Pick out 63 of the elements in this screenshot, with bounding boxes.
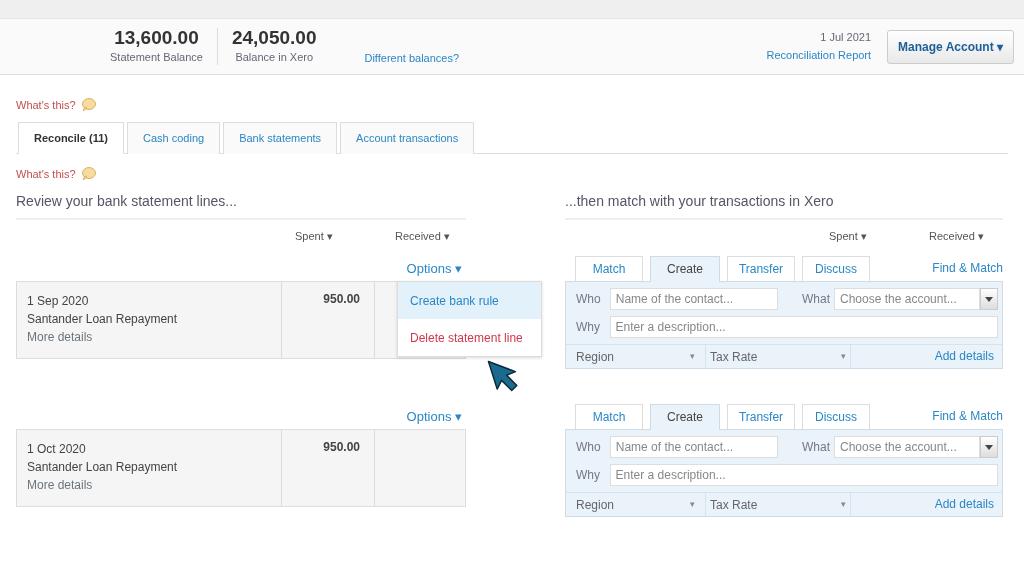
tab[interactable]: Match (575, 256, 643, 281)
help-bubble-icon[interactable] (79, 167, 96, 182)
date-text: 1 Oct 2020 (27, 441, 87, 458)
balance-amount: 13,600.00 (113, 27, 200, 49)
add-details-link[interactable]: Add details (934, 344, 994, 369)
options-link[interactable]: Options ▾ (406, 256, 462, 281)
date-text: 1 Jul 2021 (819, 30, 872, 46)
tab[interactable]: Reconcile (11) (18, 121, 124, 154)
spent-amount: 950.00 (281, 430, 374, 506)
description-field[interactable]: Enter a description... (609, 316, 998, 338)
different-balances-link[interactable]: Different balances? (364, 49, 460, 66)
field-label: Why (576, 467, 601, 484)
payee-text: Santander Loan Repayment (27, 459, 179, 476)
options-link[interactable]: Options ▾ (406, 404, 462, 429)
region-dropdown[interactable]: Region ▾ (566, 493, 706, 516)
column-header[interactable]: Received ▾ (915, 227, 1003, 244)
tab[interactable]: Create (650, 404, 720, 430)
tab[interactable]: Discuss (802, 404, 870, 429)
whats-this-link[interactable]: What's this? (16, 166, 76, 183)
tab[interactable]: Discuss (802, 256, 870, 281)
whats-this-link[interactable]: What's this? (16, 97, 76, 114)
field-label: Who (576, 291, 602, 308)
contact-field[interactable]: Name of the contact... (609, 288, 779, 310)
more-details-link[interactable]: More details (27, 328, 271, 346)
find-match-link[interactable]: Find & Match (932, 404, 1003, 429)
description-field[interactable]: Enter a description... (609, 464, 998, 486)
region-dropdown[interactable]: Region ▾ (566, 345, 706, 368)
help-bubble-icon[interactable] (79, 98, 96, 113)
payee-text: Santander Loan Repayment (27, 311, 179, 328)
menu-item[interactable]: Create bank rule (398, 282, 541, 319)
contact-field[interactable]: Name of the contact... (609, 436, 779, 458)
field-label: What (801, 439, 830, 456)
tax-rate-dropdown[interactable]: Tax Rate ▾ (706, 345, 851, 368)
field-label: Who (576, 439, 602, 456)
spent-amount: 950.00 (281, 282, 374, 358)
tab[interactable]: Cash coding (127, 121, 221, 154)
add-details-link[interactable]: Add details (934, 492, 994, 517)
balance-label: Balance in Xero (234, 49, 315, 65)
balance-amount: 24,050.00 (231, 27, 317, 49)
more-details-link[interactable]: More details (27, 476, 271, 494)
field-label: Why (576, 319, 601, 336)
section-heading: Review your bank statement lines... (16, 190, 466, 220)
field-label: What (801, 291, 830, 308)
caret-icon (985, 444, 993, 450)
tab[interactable]: Match (575, 404, 643, 429)
tab[interactable]: Account transactions (340, 121, 475, 154)
tab[interactable]: Bank statements (223, 121, 338, 154)
column-header[interactable]: Spent ▾ (281, 227, 381, 244)
date-text: 1 Sep 2020 (27, 293, 90, 310)
balance-label: Statement Balance (110, 49, 203, 65)
column-header[interactable]: Spent ▾ (815, 227, 915, 244)
section-heading: ...then match with your transactions in Xero (565, 190, 1003, 220)
tab[interactable]: Transfer (727, 256, 795, 281)
cursor-arrow-icon (486, 360, 520, 392)
tax-rate-dropdown[interactable]: Tax Rate ▾ (706, 493, 851, 516)
column-header[interactable]: Received ▾ (381, 227, 466, 244)
reconciliation-report-link[interactable]: Reconciliation Report (766, 48, 872, 61)
find-match-link[interactable]: Find & Match (932, 256, 1003, 281)
menu-item[interactable]: Delete statement line (398, 319, 541, 356)
manage-account-button[interactable]: Manage Account ▾ (887, 29, 1014, 64)
caret-icon (985, 296, 993, 302)
tab[interactable]: Create (650, 256, 720, 282)
tab[interactable]: Transfer (727, 404, 795, 429)
